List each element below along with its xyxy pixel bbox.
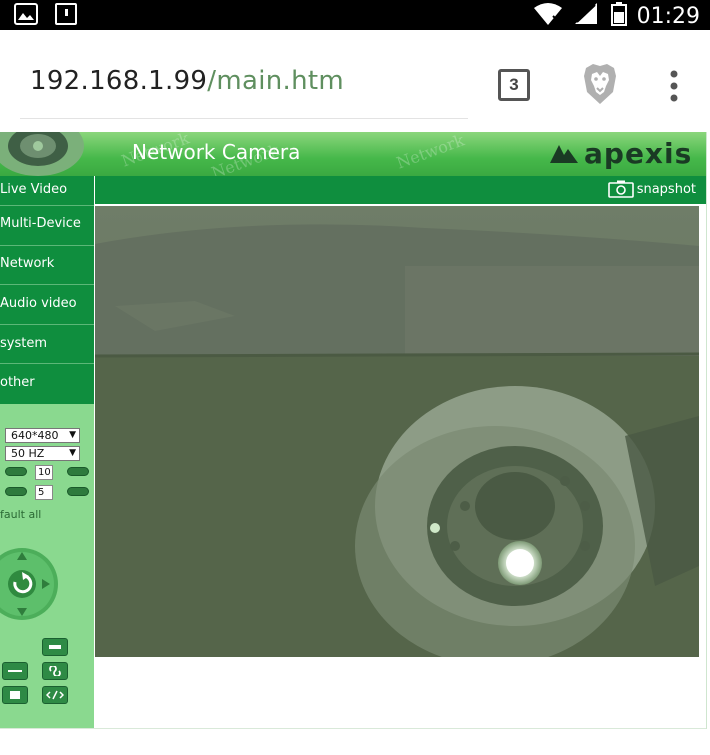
image-icon: [14, 3, 38, 30]
contrast-increase-button[interactable]: [67, 487, 89, 496]
browser-toolbar: 192.168.1.99/main.htm 3: [0, 30, 710, 130]
brand-mark-icon: [550, 145, 578, 163]
address-bar[interactable]: 192.168.1.99/main.htm: [30, 66, 344, 96]
camera-icon: [607, 180, 634, 198]
chevron-down-icon: ▼: [69, 448, 76, 458]
brave-lion-icon[interactable]: [580, 62, 620, 106]
frequency-select[interactable]: 50 HZ ▼: [5, 446, 80, 461]
sd-card-icon: [54, 3, 78, 30]
camera-logo-image: [0, 132, 88, 176]
snapshot-button[interactable]: snapshot: [607, 180, 696, 198]
horizontal-cruise-button[interactable]: [2, 662, 28, 680]
brightness-decrease-button[interactable]: [5, 467, 27, 476]
control-panel: 640*480 ▼ 50 HZ ▼ 10 5 fault all: [0, 404, 94, 729]
tab-switcher-button[interactable]: 3: [498, 69, 530, 101]
page-bottom-border: [0, 728, 706, 729]
contrast-decrease-button[interactable]: [5, 487, 27, 496]
preset-button[interactable]: [2, 686, 28, 704]
page-title: Network Camera: [132, 140, 301, 164]
ptz-control-pad[interactable]: [0, 538, 66, 630]
url-host: 192.168.1.99: [30, 66, 208, 96]
snapshot-label: snapshot: [636, 181, 696, 197]
battery-icon: [610, 2, 627, 31]
camera-web-page: Network Network Network Network Camera a…: [0, 130, 710, 755]
resolution-value: 640*480: [11, 429, 59, 442]
status-bar: 01:29: [0, 0, 710, 30]
default-all-link[interactable]: fault all: [0, 508, 41, 521]
nav-item-audio-video[interactable]: Audio video: [0, 285, 94, 325]
address-underline: [20, 118, 468, 119]
wifi-icon: [533, 2, 563, 31]
live-video-feed[interactable]: [95, 206, 699, 657]
io-switch-button[interactable]: [42, 686, 68, 704]
brand-name: apexis: [584, 136, 693, 170]
signal-icon: [573, 2, 601, 31]
nav-item-other[interactable]: other: [0, 364, 94, 404]
sidebar-nav: Live Video Multi-Device Network Audio vi…: [0, 176, 94, 404]
nav-item-system[interactable]: system: [0, 325, 94, 364]
contrast-input[interactable]: 5: [35, 485, 53, 500]
camera-header: Network Network Network Network Camera a…: [0, 132, 706, 176]
video-toolbar: snapshot: [95, 176, 706, 204]
nav-item-multi-device[interactable]: Multi-Device: [0, 206, 94, 246]
overflow-menu-icon[interactable]: [664, 68, 684, 108]
stop-button[interactable]: [42, 638, 68, 656]
brightness-input[interactable]: 10: [35, 465, 53, 480]
nav-item-live-video[interactable]: Live Video: [0, 176, 94, 206]
chevron-down-icon: ▼: [69, 430, 76, 440]
brand-logo: apexis: [548, 136, 692, 170]
frequency-value: 50 HZ: [11, 447, 45, 460]
url-path: /main.htm: [207, 66, 344, 96]
header-watermark: Network: [393, 132, 467, 173]
page-border: [706, 132, 707, 729]
resolution-select[interactable]: 640*480 ▼: [5, 428, 80, 443]
video-frame-image: [95, 206, 699, 657]
status-time: 01:29: [636, 4, 700, 29]
cruise-loop-button[interactable]: [42, 662, 68, 680]
nav-item-network[interactable]: Network: [0, 246, 94, 285]
brightness-increase-button[interactable]: [67, 467, 89, 476]
